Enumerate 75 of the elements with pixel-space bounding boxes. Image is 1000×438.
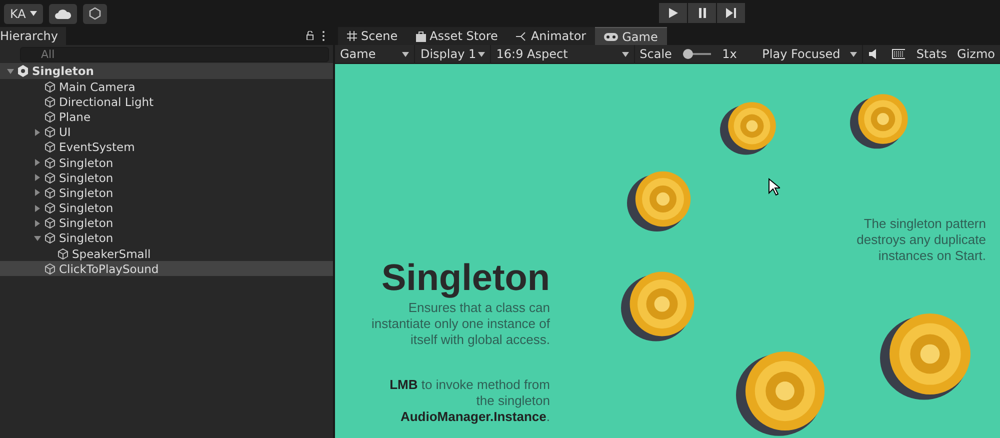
slider-thumb[interactable] [682, 49, 693, 59]
hierarchy-item[interactable]: Singleton [0, 216, 333, 231]
hierarchy-item[interactable]: Singleton [0, 154, 333, 170]
caret-icon [850, 52, 857, 56]
stats-button[interactable]: Stats [911, 47, 952, 61]
cube-icon [44, 232, 56, 244]
caret-icon [402, 52, 410, 56]
hierarchy-item[interactable]: Singleton [0, 230, 333, 246]
expand-arrow-icon[interactable] [34, 159, 41, 166]
hierarchy-item[interactable]: Directional Light [0, 94, 333, 110]
search-field[interactable]: All [20, 46, 329, 62]
cube-icon [44, 141, 56, 154]
expand-arrow-icon[interactable] [7, 68, 14, 74]
scale-value: 1x [721, 47, 738, 61]
pause-icon [698, 8, 706, 18]
game-note: The singleton pattern destroys any duplicate instances on Start. [856, 216, 986, 264]
cloud-icon [54, 8, 71, 18]
hierarchy-item[interactable]: Singleton [0, 170, 333, 186]
scale-label: Scale [638, 47, 673, 61]
cube-icon [57, 248, 69, 260]
caret-icon [30, 11, 37, 16]
hexagon-icon [88, 7, 101, 20]
gizmos-button[interactable]: Gizmo [952, 47, 1000, 61]
grid-icon [347, 31, 357, 41]
cube-icon [44, 96, 56, 108]
cube-icon [44, 172, 56, 184]
hierarchy-item[interactable]: SpeakerSmall [0, 246, 333, 262]
collab-button[interactable] [82, 4, 107, 24]
cursor-icon [768, 178, 780, 196]
game-description: Ensures that a class can instantiate only one instance of itself with global access. [370, 300, 550, 348]
cloud-button[interactable] [48, 4, 77, 24]
view-tab[interactable]: Scene [338, 27, 407, 45]
cube-icon [44, 110, 56, 123]
hierarchy-item[interactable]: Singleton [0, 200, 333, 216]
expand-arrow-icon[interactable] [34, 234, 41, 242]
hierarchy-item[interactable]: EventSystem [0, 140, 333, 155]
hierarchy-item[interactable]: ClickToPlaySound [0, 261, 333, 276]
cube-icon [44, 126, 56, 138]
view-tab[interactable]: Animator [506, 27, 596, 45]
cube-icon [44, 202, 56, 214]
game-hint: LMB to invoke method from the singleton AudioManager.Instance. [388, 377, 550, 425]
gamepad-icon [604, 32, 618, 40]
hierarchy-item[interactable]: UI [0, 124, 333, 140]
hierarchy-item[interactable]: Plane [0, 109, 333, 125]
cube-icon [44, 186, 56, 199]
play-icon [668, 8, 678, 18]
unity-logo-icon [17, 65, 29, 77]
view-tab[interactable]: Asset Store [406, 27, 507, 45]
step-button[interactable] [717, 3, 745, 23]
branch-icon [516, 32, 527, 40]
scene-header[interactable]: Singleton [0, 63, 333, 79]
expand-arrow-icon[interactable] [34, 174, 41, 182]
cube-icon [44, 156, 56, 169]
expand-arrow-icon[interactable] [34, 220, 41, 227]
expand-arrow-icon[interactable] [34, 128, 41, 136]
keyboard-icon[interactable] [892, 49, 906, 59]
hierarchy-item[interactable]: Main Camera [0, 79, 333, 94]
hierarchy-item[interactable]: Singleton [0, 185, 333, 200]
pause-button[interactable] [688, 3, 716, 23]
caret-icon [622, 52, 629, 56]
view-tab[interactable]: Game [595, 27, 667, 45]
hierarchy-tab[interactable]: Hierarchy [0, 27, 66, 45]
cube-icon [44, 217, 56, 230]
cube-icon [44, 262, 56, 275]
expand-arrow-icon[interactable] [34, 204, 41, 212]
game-title: Singleton [381, 257, 550, 299]
bag-icon [416, 30, 426, 42]
expand-arrow-icon[interactable] [34, 189, 41, 196]
play-button[interactable] [659, 3, 687, 23]
step-icon [726, 8, 736, 18]
account-button[interactable]: KA [4, 4, 43, 24]
cube-icon [44, 80, 56, 93]
more-icon[interactable] [322, 31, 325, 41]
lock-icon[interactable] [306, 31, 314, 40]
caret-icon [478, 52, 486, 56]
